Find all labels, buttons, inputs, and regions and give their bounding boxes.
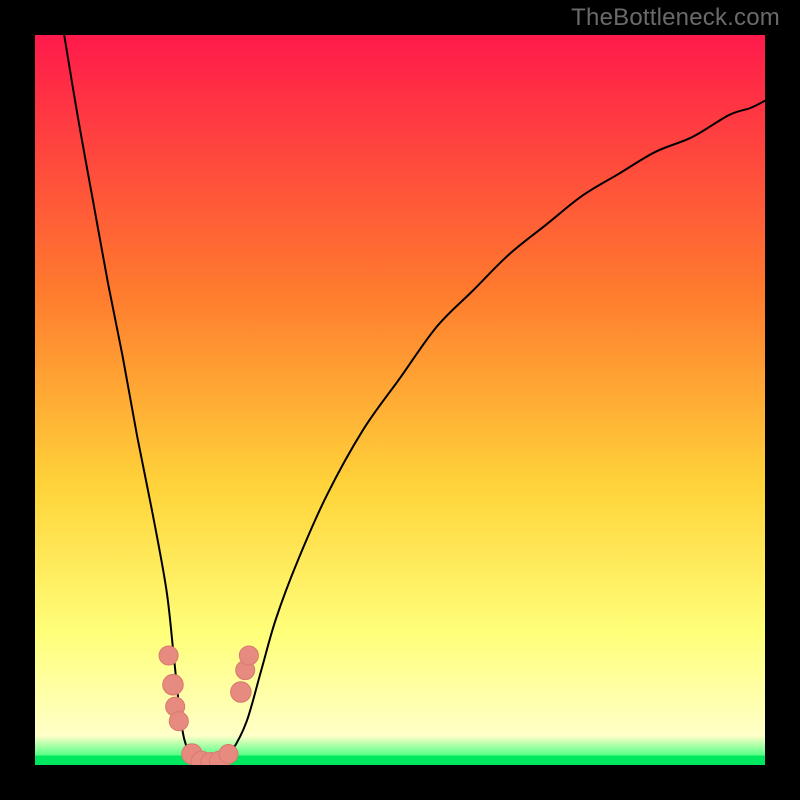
curve-marker (159, 646, 178, 665)
plot-area (35, 35, 765, 765)
curve-marker (239, 646, 258, 665)
curve-marker (169, 712, 188, 731)
gradient-background (35, 35, 765, 765)
curve-marker (231, 682, 251, 702)
green-baseline (35, 756, 765, 765)
chart-frame: TheBottleneck.com (0, 0, 800, 800)
curve-marker (219, 745, 238, 764)
curve-marker (163, 674, 183, 694)
watermark-text: TheBottleneck.com (571, 4, 780, 32)
bottleneck-chart (35, 35, 765, 765)
